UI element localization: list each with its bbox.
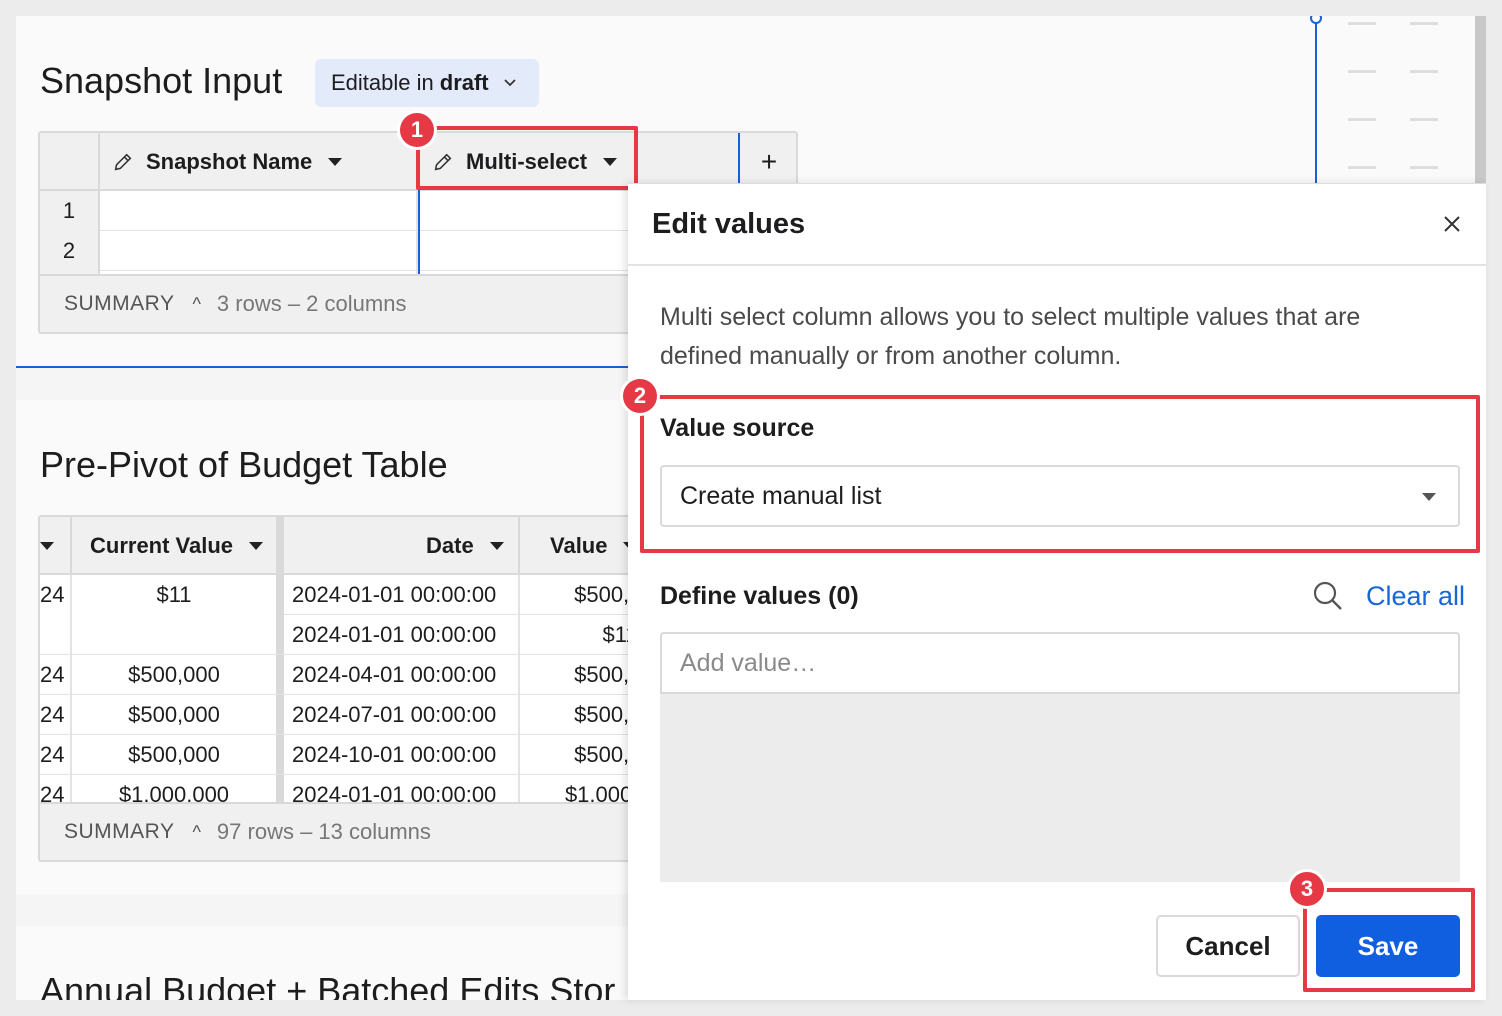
- cell: [72, 615, 276, 655]
- cell: 2024-04-01 00:00:00: [292, 662, 497, 687]
- summary-label: SUMMARY: [64, 820, 175, 843]
- cell: 24: [40, 742, 65, 767]
- chevron-up-icon: ^: [192, 821, 201, 842]
- values-list-area: [660, 694, 1460, 882]
- placeholder-line: [1410, 22, 1438, 25]
- annotation-badge-3: 3: [1287, 869, 1327, 909]
- chevron-up-icon: ^: [192, 293, 201, 314]
- pill-bold: draft: [439, 70, 489, 95]
- annotation-badge-1: 1: [397, 110, 437, 150]
- cell: 2024-01-01 00:00:00: [292, 622, 497, 647]
- divider: [70, 517, 72, 575]
- placeholder-line: [1410, 70, 1438, 73]
- placeholder-line: [1348, 22, 1376, 25]
- edit-values-panel: Edit values Multi select column allows y…: [628, 183, 1486, 1000]
- pencil-icon: [114, 153, 132, 171]
- column-header-current-value[interactable]: Current Value: [90, 517, 264, 575]
- placeholder-line: [1348, 118, 1376, 121]
- summary-count: 97 rows – 13 columns: [216, 819, 431, 844]
- corner-cell: [40, 133, 100, 191]
- cell: 24: [40, 582, 65, 607]
- row-number: 1: [40, 191, 100, 231]
- cell: 24: [40, 702, 65, 727]
- cell: $11: [156, 582, 192, 607]
- summary-count: 3 rows – 2 columns: [216, 291, 407, 316]
- annotation-box-2: [640, 395, 1480, 553]
- cell: $500,000: [128, 742, 220, 767]
- chevron-down-icon: [504, 79, 516, 87]
- modal-divider: [628, 264, 1486, 266]
- annotation-badge-2: 2: [620, 376, 660, 416]
- placeholder-line: [1348, 166, 1376, 169]
- frozen-divider: [276, 575, 284, 815]
- caret-down-icon: [249, 542, 264, 550]
- resize-handle[interactable]: [1310, 16, 1322, 24]
- placeholder-line: [1348, 70, 1376, 73]
- snapshot-title: Snapshot Input: [40, 60, 283, 101]
- modal-description: Multi select column allows you to select…: [660, 303, 1361, 370]
- add-value-input[interactable]: [660, 632, 1460, 694]
- caret-down-icon: [40, 542, 54, 550]
- pre-pivot-title: Pre-Pivot of Budget Table: [40, 444, 448, 485]
- column-header-label: Value: [550, 533, 608, 558]
- column-header-label: Current Value: [90, 533, 234, 558]
- frozen-divider: [276, 517, 284, 575]
- row-number: 2: [40, 231, 100, 271]
- annotation-box-3: [1303, 888, 1475, 992]
- define-values-label: Define values (0): [660, 582, 859, 610]
- editable-in-draft-dropdown[interactable]: Editable in draft: [315, 59, 539, 107]
- modal-title: Edit values: [652, 208, 806, 240]
- cell: 2024-01-01 00:00:00: [292, 582, 497, 607]
- placeholder-line: [1410, 166, 1438, 169]
- column-header-label: Date: [426, 533, 474, 558]
- cell: 24: [40, 662, 65, 687]
- caret-down-icon: [328, 158, 343, 166]
- clear-all-link[interactable]: Clear all: [1366, 581, 1465, 612]
- cell: $500,000: [128, 662, 220, 687]
- search-icon[interactable]: [1312, 580, 1344, 612]
- cell: 2024-10-01 00:00:00: [292, 742, 497, 767]
- cell: 2024-07-01 00:00:00: [292, 702, 497, 727]
- divider: [518, 517, 520, 575]
- close-icon[interactable]: [1440, 212, 1464, 236]
- pill-prefix: Editable in: [331, 70, 434, 95]
- cell: $500,000: [128, 702, 220, 727]
- annotation-box-1: [416, 126, 638, 190]
- cancel-button[interactable]: Cancel: [1156, 915, 1300, 977]
- column-header-value[interactable]: Value: [550, 517, 638, 575]
- column-header-label: Snapshot Name: [146, 149, 313, 174]
- placeholder-line: [1410, 118, 1438, 121]
- caret-down-icon: [489, 542, 504, 550]
- column-header-snapshot-name[interactable]: Snapshot Name: [112, 133, 343, 191]
- annual-budget-title: Annual Budget + Batched Edits Stor: [40, 970, 616, 1000]
- summary-label: SUMMARY: [64, 292, 175, 315]
- column-header-date[interactable]: Date: [426, 517, 504, 575]
- selection-guide-line: [1315, 16, 1317, 186]
